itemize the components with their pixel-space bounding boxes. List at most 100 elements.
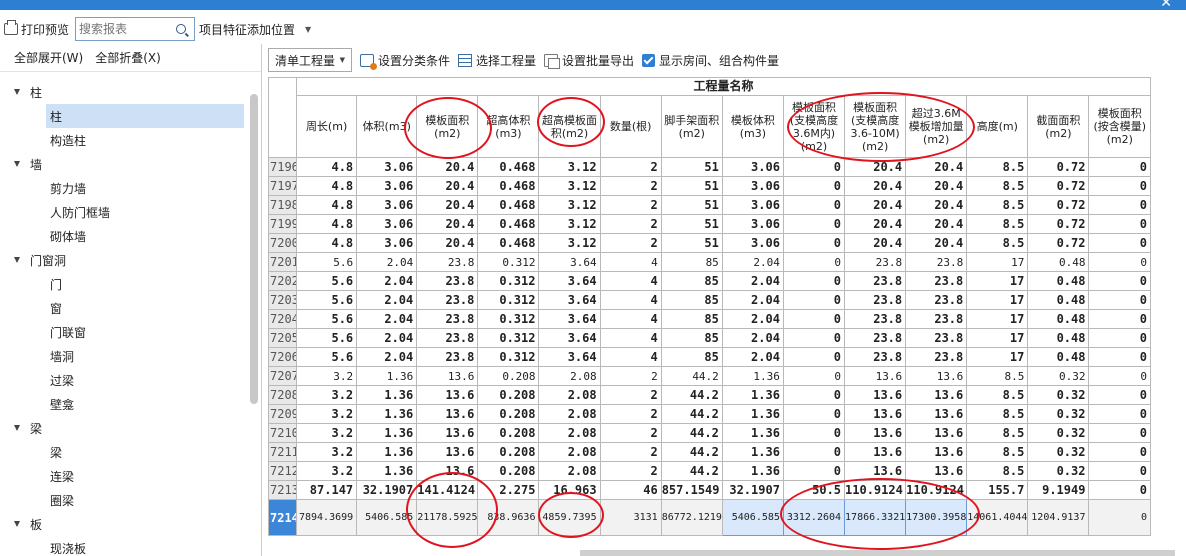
tree-item[interactable]: 柱 xyxy=(46,104,244,128)
table-cell[interactable]: 3.2 xyxy=(296,461,358,481)
expand-triangle-icon[interactable] xyxy=(14,425,20,431)
table-cell[interactable]: 13.6 xyxy=(844,423,907,443)
table-cell[interactable]: 0.32 xyxy=(1027,423,1090,443)
table-cell[interactable]: 3.2 xyxy=(296,423,358,443)
table-cell[interactable]: 2.08 xyxy=(538,366,601,386)
table-cell[interactable]: 3.12 xyxy=(538,157,601,177)
table-cell[interactable]: 155.7 xyxy=(966,480,1029,500)
table-cell[interactable]: 1.36 xyxy=(356,366,418,386)
table-cell[interactable]: 20.4 xyxy=(905,195,968,215)
table-cell[interactable]: 0.72 xyxy=(1027,214,1090,234)
table-row[interactable]: 7206 5.6 2.04 23.8 0.312 3.64 4 85 2.04 0 23.8 23.8… xyxy=(267,347,1151,367)
tree-item[interactable]: 梁 xyxy=(0,440,262,464)
table-cell[interactable]: 141.4124 xyxy=(416,480,479,500)
table-cell[interactable]: 23.8 xyxy=(844,252,907,272)
table-cell[interactable]: 0.72 xyxy=(1027,157,1090,177)
table-cell[interactable]: 0 xyxy=(782,404,846,424)
tree-item[interactable]: 砌体墙 xyxy=(0,224,262,248)
table-cell[interactable]: 0.48 xyxy=(1027,271,1090,291)
table-cell[interactable]: 0 xyxy=(782,328,846,348)
table-cell[interactable]: 4859.7395 xyxy=(538,499,601,536)
tree-item[interactable]: 门 xyxy=(0,272,262,296)
table-cell[interactable]: 23.8 xyxy=(905,347,968,367)
chevron-down-icon[interactable]: ▼ xyxy=(305,25,311,34)
column-header[interactable]: 截面面积(m2) xyxy=(1027,95,1090,158)
feature-position-dropdown[interactable]: 项目特征添加位置 xyxy=(199,21,295,38)
table-cell[interactable]: 23.8 xyxy=(416,309,479,329)
table-cell[interactable]: 3.06 xyxy=(721,233,784,253)
table-cell[interactable]: 23.8 xyxy=(905,309,968,329)
table-cell[interactable]: 17 xyxy=(966,290,1029,310)
table-cell[interactable]: 5406.585 xyxy=(356,499,418,536)
table-cell[interactable]: 44.2 xyxy=(660,461,723,481)
table-cell[interactable]: 8.5 xyxy=(966,157,1029,177)
table-cell[interactable]: 16.963 xyxy=(538,480,601,500)
table-cell[interactable]: 51 xyxy=(660,233,723,253)
table-cell[interactable]: 0.48 xyxy=(1027,252,1090,272)
table-cell[interactable]: 20.4 xyxy=(844,157,907,177)
table-cell[interactable]: 23.8 xyxy=(416,271,479,291)
table-cell[interactable]: 17 xyxy=(966,309,1029,329)
table-cell[interactable]: 2.04 xyxy=(721,271,784,291)
column-header[interactable]: 模板面积(m2) xyxy=(416,95,479,158)
table-cell[interactable]: 2.04 xyxy=(721,290,784,310)
table-cell[interactable]: 13.6 xyxy=(905,442,968,462)
table-cell[interactable]: 857.1549 xyxy=(660,480,723,500)
table-cell[interactable]: 13.6 xyxy=(844,404,907,424)
table-cell[interactable]: 0.48 xyxy=(1027,328,1090,348)
table-cell[interactable]: 8.5 xyxy=(966,461,1029,481)
table-cell[interactable]: 2.04 xyxy=(356,328,418,348)
table-cell[interactable]: 23.8 xyxy=(416,347,479,367)
table-row[interactable]: 7197 4.8 3.06 20.4 0.468 3.12 2 51 3.06 0 20.4 20.4… xyxy=(267,176,1151,196)
table-cell[interactable]: 1.36 xyxy=(356,423,418,443)
table-cell[interactable]: 32.1907 xyxy=(356,480,418,500)
table-cell[interactable]: 0 xyxy=(782,385,846,405)
table-cell[interactable]: 0.208 xyxy=(477,385,540,405)
collapse-all-button[interactable]: 全部折叠(X) xyxy=(95,49,161,66)
column-header[interactable]: 数量(根) xyxy=(599,95,662,158)
tree-item[interactable]: 门联窗 xyxy=(0,320,262,344)
tree-item[interactable]: 壁龛 xyxy=(0,392,262,416)
table-cell[interactable]: 1204.9137 xyxy=(1027,499,1090,536)
table-cell[interactable]: 110.9124 xyxy=(844,480,907,500)
table-cell[interactable]: 5.6 xyxy=(296,290,358,310)
set-category-button[interactable]: 设置分类条件 xyxy=(360,52,450,70)
table-cell[interactable]: 13.6 xyxy=(416,442,479,462)
table-cell[interactable]: 20.4 xyxy=(905,214,968,234)
table-row[interactable]: 7207 3.2 1.36 13.6 0.208 2.08 2 44.2 1.36 0 13.6 13… xyxy=(267,366,1151,386)
table-cell[interactable]: 13.6 xyxy=(905,385,968,405)
table-cell[interactable]: 0 xyxy=(782,442,846,462)
column-header[interactable]: 体积(m3) xyxy=(356,95,418,158)
table-cell[interactable]: 0 xyxy=(1088,290,1151,310)
table-cell[interactable]: 3131 xyxy=(599,499,662,536)
table-cell[interactable]: 20.4 xyxy=(844,195,907,215)
table-cell[interactable]: 13.6 xyxy=(844,442,907,462)
table-cell[interactable]: 8.5 xyxy=(966,404,1029,424)
table-cell[interactable]: 20.4 xyxy=(844,214,907,234)
table-cell[interactable]: 85 xyxy=(660,271,723,291)
table-row[interactable]: 7210 3.2 1.36 13.6 0.208 2.08 2 44.2 1.36 0 13.6 13… xyxy=(267,423,1151,443)
table-cell[interactable]: 51 xyxy=(660,195,723,215)
table-cell[interactable]: 17 xyxy=(966,252,1029,272)
table-cell[interactable]: 20.4 xyxy=(416,233,479,253)
table-cell[interactable]: 85 xyxy=(660,252,723,272)
expand-all-button[interactable]: 全部展开(W) xyxy=(14,49,83,66)
table-cell[interactable]: 0.208 xyxy=(477,461,540,481)
table-row[interactable]: 7198 4.8 3.06 20.4 0.468 3.12 2 51 3.06 0 20.4 20.4… xyxy=(267,195,1151,215)
table-cell[interactable]: 3312.2604 xyxy=(782,499,846,536)
column-header[interactable]: 模板面积(支模高度3.6M内)(m2) xyxy=(782,95,846,158)
table-cell[interactable]: 0 xyxy=(1088,157,1151,177)
table-cell[interactable]: 0.468 xyxy=(477,176,540,196)
column-header[interactable]: 模板体积(m3) xyxy=(721,95,784,158)
table-cell[interactable]: 2.04 xyxy=(721,328,784,348)
table-cell[interactable]: 3.06 xyxy=(356,214,418,234)
table-cell[interactable]: 2 xyxy=(599,404,662,424)
table-cell[interactable]: 51 xyxy=(660,214,723,234)
table-cell[interactable]: 3.06 xyxy=(356,233,418,253)
tree-item[interactable]: 现浇板 xyxy=(0,536,262,556)
tree-item[interactable]: 过梁 xyxy=(0,368,262,392)
select-quantity-button[interactable]: 选择工程量 xyxy=(458,52,536,69)
print-preview-button[interactable]: 打印预览 xyxy=(4,20,69,38)
table-row[interactable]: 7196 4.8 3.06 20.4 0.468 3.12 2 51 3.06 0 20.4 20.4… xyxy=(267,157,1151,177)
table-cell[interactable]: 51 xyxy=(660,157,723,177)
